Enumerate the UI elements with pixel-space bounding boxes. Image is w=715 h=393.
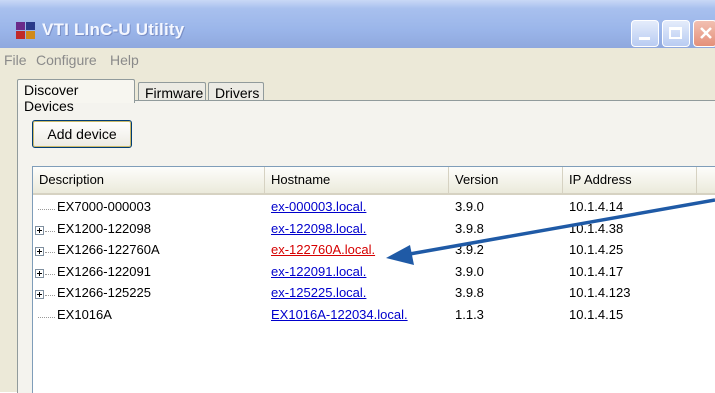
cell-ip-address: 10.1.4.17 bbox=[569, 263, 624, 279]
column-header-version[interactable]: Version bbox=[449, 167, 563, 193]
column-header-ip-address[interactable]: IP Address bbox=[563, 167, 697, 193]
menu-file[interactable]: File bbox=[4, 52, 27, 68]
tree-line bbox=[45, 273, 55, 275]
table-row[interactable]: EX1266-125225 ex-125225.local. 3.9.8 10.1.4… bbox=[33, 285, 715, 306]
maximize-icon bbox=[669, 27, 682, 39]
maximize-button[interactable] bbox=[662, 20, 690, 47]
column-header-hostname[interactable]: Hostname bbox=[265, 167, 449, 193]
list-header: Description Hostname Version IP Address bbox=[33, 167, 715, 195]
cell-version: 3.9.2 bbox=[455, 242, 484, 257]
app-window: VTI LInC-U Utility File Configure Help D… bbox=[0, 0, 715, 393]
cell-description: EX1200-122098 bbox=[57, 220, 151, 236]
tab-discover-devices[interactable]: Discover Devices bbox=[17, 79, 135, 114]
minimize-button[interactable] bbox=[631, 20, 659, 47]
cell-version: 3.9.8 bbox=[455, 285, 484, 300]
cell-hostname[interactable]: ex-122760A.local. bbox=[271, 242, 375, 263]
expand-icon[interactable] bbox=[35, 225, 44, 235]
device-list[interactable]: Description Hostname Version IP Address … bbox=[32, 166, 715, 393]
cell-version: 3.9.0 bbox=[455, 199, 484, 214]
table-row[interactable]: EX1266-122091 ex-122091.local. 3.9.0 10.1.4… bbox=[33, 264, 715, 285]
menu-bar: File Configure Help bbox=[0, 48, 715, 72]
cell-description: EX1266-125225 bbox=[57, 285, 151, 300]
close-button[interactable] bbox=[693, 20, 715, 47]
cell-version: 3.9.0 bbox=[455, 263, 484, 279]
cell-hostname[interactable]: EX1016A-122034.local. bbox=[271, 307, 408, 328]
close-icon bbox=[700, 27, 712, 39]
tree-line bbox=[45, 230, 55, 232]
minimize-icon bbox=[639, 37, 650, 40]
cell-description: EX1266-122760A bbox=[57, 242, 160, 257]
cell-description: EX7000-000003 bbox=[57, 199, 151, 214]
tree-line bbox=[38, 209, 55, 210]
table-row[interactable]: EX1016A EX1016A-122034.local. 1.1.3 10.1.4.… bbox=[33, 307, 715, 328]
cell-hostname[interactable]: ex-000003.local. bbox=[271, 199, 366, 220]
expand-icon[interactable] bbox=[35, 268, 44, 278]
column-header-description[interactable]: Description bbox=[33, 167, 265, 193]
menu-configure[interactable]: Configure bbox=[36, 52, 97, 68]
menu-help[interactable]: Help bbox=[110, 52, 139, 68]
cell-hostname[interactable]: ex-122091.local. bbox=[271, 264, 366, 285]
cell-ip-address: 10.1.4.14 bbox=[569, 199, 624, 214]
tab-strip: Discover Devices Firmware Drivers bbox=[0, 72, 715, 114]
cell-ip-address: 10.1.4.25 bbox=[569, 242, 624, 257]
tree-line bbox=[45, 295, 55, 296]
cell-ip-address: 10.1.4.15 bbox=[569, 306, 624, 322]
title-bar[interactable]: VTI LInC-U Utility bbox=[0, 0, 715, 48]
cell-ip-address: 10.1.4.38 bbox=[569, 220, 624, 236]
table-row[interactable]: EX1266-122760A ex-122760A.local. 3.9.2 10.1… bbox=[33, 242, 715, 263]
table-row[interactable]: EX7000-000003 ex-000003.local. 3.9.0 10.1.4… bbox=[33, 199, 715, 220]
cell-version: 3.9.8 bbox=[455, 220, 484, 236]
cell-ip-address: 10.1.4.123 bbox=[569, 285, 631, 300]
cell-description: EX1016A bbox=[57, 306, 112, 322]
cell-description: EX1266-122091 bbox=[57, 263, 151, 279]
cell-hostname[interactable]: ex-122098.local. bbox=[271, 221, 366, 242]
expand-icon[interactable] bbox=[35, 290, 44, 299]
expand-icon[interactable] bbox=[35, 247, 44, 256]
tree-line bbox=[38, 316, 55, 318]
app-logo-icon bbox=[16, 22, 36, 40]
cell-version: 1.1.3 bbox=[455, 306, 484, 322]
window-title: VTI LInC-U Utility bbox=[42, 20, 185, 39]
add-device-button[interactable]: Add device bbox=[32, 120, 132, 148]
cell-hostname[interactable]: ex-125225.local. bbox=[271, 285, 366, 306]
table-row[interactable]: EX1200-122098 ex-122098.local. 3.9.8 10.1.4… bbox=[33, 221, 715, 242]
tree-line bbox=[45, 252, 55, 253]
